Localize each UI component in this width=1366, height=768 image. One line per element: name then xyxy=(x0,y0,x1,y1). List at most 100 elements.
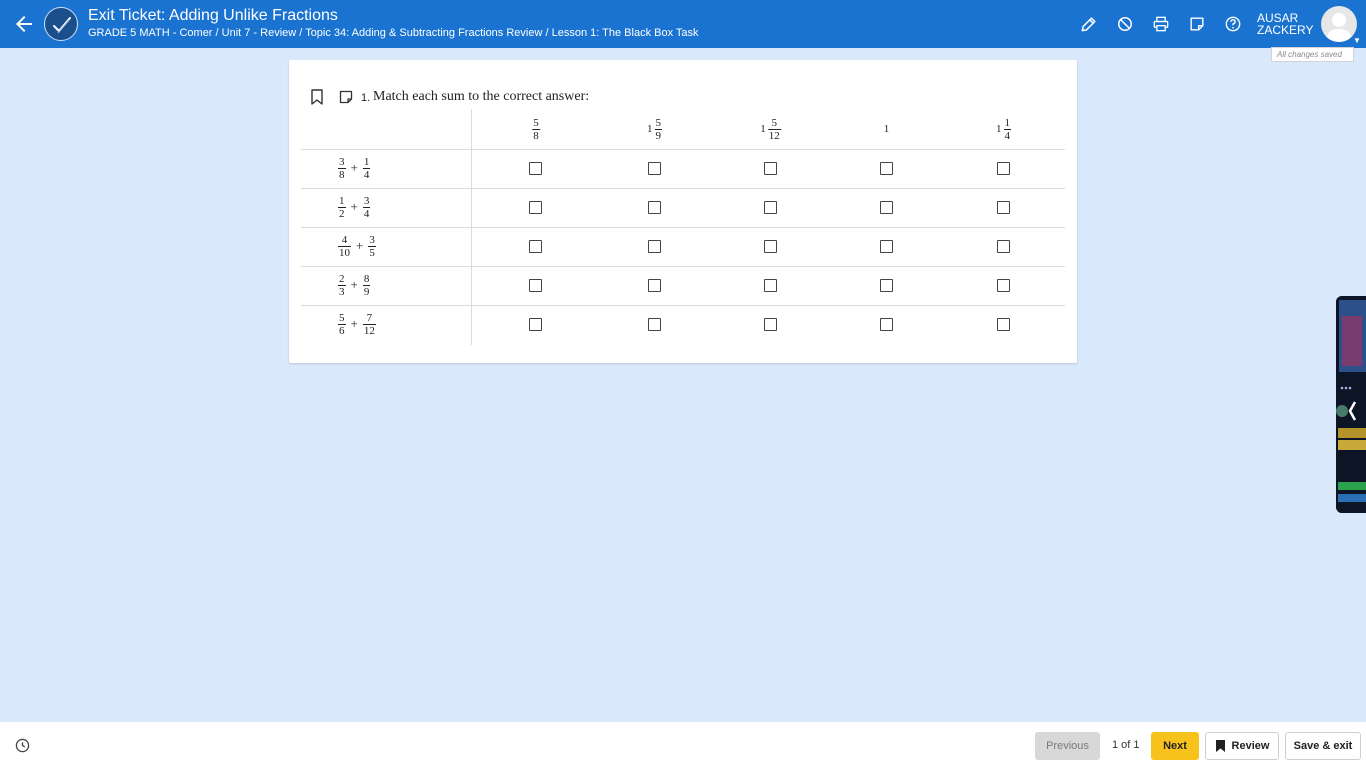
fraction: 7 12 xyxy=(362,311,376,337)
denominator: 5 xyxy=(368,245,376,259)
fraction: 38 xyxy=(338,156,346,181)
match-checkbox[interactable] xyxy=(529,201,542,214)
match-checkbox[interactable] xyxy=(880,240,893,253)
numerator: 4 xyxy=(341,233,348,246)
denominator: 12 xyxy=(767,128,781,142)
user-silhouette-icon xyxy=(1326,13,1352,42)
fraction: 14 xyxy=(1003,116,1011,142)
match-checkbox[interactable] xyxy=(529,240,542,253)
match-checkbox[interactable] xyxy=(529,279,542,292)
match-checkbox[interactable] xyxy=(529,318,542,331)
match-checkbox[interactable] xyxy=(997,162,1010,175)
denominator: 6 xyxy=(338,323,346,337)
save-status: All changes saved xyxy=(1271,47,1354,62)
user-name[interactable]: AUSAR ZACKERY xyxy=(1257,12,1313,36)
plus-sign: + xyxy=(350,316,358,331)
save-exit-button[interactable]: Save & exit xyxy=(1285,732,1361,760)
question-number: 1. xyxy=(361,92,371,104)
top-bar: Exit Ticket: Adding Unlike Fractions GRA… xyxy=(0,0,1366,48)
match-checkbox[interactable] xyxy=(764,201,777,214)
whole-number: 1 xyxy=(760,123,766,135)
note-icon[interactable] xyxy=(1187,14,1207,34)
denominator: 8 xyxy=(532,128,540,142)
fraction: 14 xyxy=(362,155,371,181)
denominator: 12 xyxy=(362,323,376,337)
match-checkbox[interactable] xyxy=(648,240,661,253)
numerator: 3 xyxy=(363,194,370,207)
history-icon[interactable] xyxy=(15,738,30,753)
ban-icon[interactable] xyxy=(1115,14,1135,34)
fraction: 89 xyxy=(362,273,371,298)
match-checkbox[interactable] xyxy=(648,201,661,214)
numerator: 5 xyxy=(533,116,539,129)
sum-expression: 5 6 +7 12 xyxy=(337,309,377,339)
checkmark-logo-icon xyxy=(53,17,71,34)
fraction: 58 xyxy=(532,117,540,142)
numerator: 3 xyxy=(339,155,345,168)
plus-sign: + xyxy=(356,238,364,253)
next-button[interactable]: Next xyxy=(1151,732,1199,760)
match-checkbox[interactable] xyxy=(764,240,777,253)
numerator: 5 xyxy=(339,311,345,324)
denominator: 4 xyxy=(362,206,371,220)
numerator: 1 xyxy=(363,155,370,168)
answer-column-header: 1 5 12 xyxy=(760,114,782,144)
help-icon[interactable] xyxy=(1223,14,1243,34)
bookmark-filled-icon xyxy=(1215,740,1225,752)
sticky-note-icon[interactable] xyxy=(339,90,353,104)
previous-button[interactable]: Previous xyxy=(1035,732,1100,760)
match-checkbox[interactable] xyxy=(648,162,661,175)
row-divider xyxy=(301,266,1065,267)
denominator: 4 xyxy=(1003,128,1011,142)
bookmark-icon[interactable] xyxy=(310,89,324,105)
fraction: 56 xyxy=(338,312,346,337)
chevron-down-icon[interactable]: ▼ xyxy=(1353,36,1361,45)
back-arrow-icon[interactable] xyxy=(12,12,36,36)
footer-bar: Previous 1 of 1 Next Review Save & exit xyxy=(0,722,1366,768)
match-checkbox[interactable] xyxy=(529,162,542,175)
avatar[interactable] xyxy=(1321,6,1357,42)
pencil-icon[interactable] xyxy=(1079,14,1099,34)
match-checkbox[interactable] xyxy=(648,279,661,292)
whole-number: 1 xyxy=(996,123,1002,135)
denominator: 2 xyxy=(338,206,346,220)
match-checkbox[interactable] xyxy=(997,279,1010,292)
denominator: 9 xyxy=(654,128,662,142)
match-checkbox[interactable] xyxy=(880,201,893,214)
review-button[interactable]: Review xyxy=(1205,732,1279,760)
match-checkbox[interactable] xyxy=(764,162,777,175)
sum-expression: 3 8 +1 4 xyxy=(337,153,371,183)
question-prompt: Match each sum to the correct answer: xyxy=(373,89,590,104)
match-checkbox[interactable] xyxy=(997,201,1010,214)
match-checkbox[interactable] xyxy=(764,279,777,292)
whole-number: 1 xyxy=(647,123,653,135)
row-divider xyxy=(301,188,1065,189)
print-icon[interactable] xyxy=(1151,14,1171,34)
numerator: 1 xyxy=(339,194,345,207)
answer-column-header: 159 xyxy=(647,114,663,144)
fraction: 35 xyxy=(368,234,376,259)
numerator: 2 xyxy=(339,272,345,285)
numerator: 5 xyxy=(771,116,778,129)
numerator: 7 xyxy=(366,311,373,324)
match-checkbox[interactable] xyxy=(880,318,893,331)
match-checkbox[interactable] xyxy=(997,318,1010,331)
match-checkbox[interactable] xyxy=(997,240,1010,253)
numerator: 3 xyxy=(369,233,375,246)
sum-expression: 2 3 +8 9 xyxy=(337,270,371,300)
side-widget[interactable] xyxy=(1336,296,1366,513)
numerator: 1 xyxy=(1004,116,1011,129)
breadcrumb[interactable]: GRADE 5 MATH - Comer / Unit 7 - Review /… xyxy=(88,27,699,40)
denominator: 8 xyxy=(338,167,346,181)
match-checkbox[interactable] xyxy=(880,162,893,175)
side-widget-thumbnail xyxy=(1336,296,1366,513)
sum-expression: 4 10 +3 5 xyxy=(337,231,377,261)
sum-expression: 1 2 +3 4 xyxy=(337,192,371,222)
fraction: 59 xyxy=(654,117,662,142)
match-checkbox[interactable] xyxy=(764,318,777,331)
fraction: 23 xyxy=(338,273,346,298)
match-checkbox[interactable] xyxy=(880,279,893,292)
page-title: Exit Ticket: Adding Unlike Fractions xyxy=(88,7,338,24)
match-checkbox[interactable] xyxy=(648,318,661,331)
denominator: 10 xyxy=(338,245,351,259)
